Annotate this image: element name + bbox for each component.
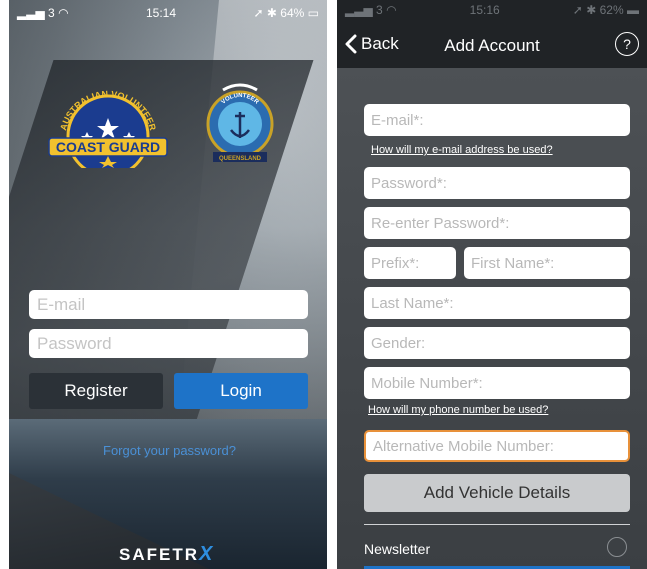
bluetooth-icon: ✱ <box>266 6 277 20</box>
status-bar: ▂▃▅ 3 ◠ 15:14 ➚ ✱ 64% ▭ <box>9 0 327 26</box>
password-input[interactable] <box>29 329 308 358</box>
safetrx-brand: SAFETRX <box>119 543 214 566</box>
reenter-password-field[interactable] <box>364 207 630 239</box>
status-time: 15:16 <box>469 3 500 17</box>
vmr-logo: VOLUNTEER QUEENSLAND <box>206 83 274 162</box>
logo-main-text: COAST GUARD <box>56 139 160 155</box>
password-field[interactable] <box>364 167 630 199</box>
location-icon: ➚ <box>253 6 264 20</box>
brand-suffix: X <box>199 543 215 565</box>
signal-status: ▂▃▅ 3 ◠ <box>17 6 69 20</box>
battery-icon: ▭ <box>307 6 319 20</box>
newsletter-radio[interactable] <box>607 537 627 557</box>
status-time: 15:14 <box>145 6 177 20</box>
prefix-field[interactable] <box>364 247 456 279</box>
email-field[interactable] <box>364 104 630 136</box>
signal-icon: ▂▃▅ <box>345 3 373 17</box>
wifi-icon: ◠ <box>386 3 397 17</box>
nav-bar: Back Add Account ? <box>337 20 647 68</box>
phone-help-link[interactable]: How will my phone number be used? <box>368 404 548 416</box>
alternative-mobile-field[interactable] <box>364 430 630 462</box>
battery-status: ➚ ✱ 62% ▬ <box>572 3 639 17</box>
status-bar: ▂▃▅ 3 ◠ 15:16 ➚ ✱ 62% ▬ <box>337 0 647 20</box>
page-title: Add Account <box>444 36 540 55</box>
email-help-link[interactable]: How will my e-mail address be used? <box>371 144 553 156</box>
add-vehicle-details-button[interactable]: Add Vehicle Details <box>364 474 630 512</box>
signal-status: ▂▃▅ 3 ◠ <box>345 3 397 17</box>
brand-prefix: SAFETR <box>119 545 199 564</box>
add-account-screen: ▂▃▅ 3 ◠ 15:16 ➚ ✱ 62% ▬ Back Add Account… <box>337 0 647 569</box>
battery-icon: ▬ <box>626 3 639 17</box>
wifi-icon: ◠ <box>58 6 69 20</box>
logo-bottom-text: QUEENSLAND <box>219 156 262 162</box>
mobile-number-field[interactable] <box>364 367 630 399</box>
forgot-password-link[interactable]: Forgot your password? <box>103 443 236 458</box>
email-input[interactable] <box>29 290 308 319</box>
first-name-field[interactable] <box>464 247 630 279</box>
help-icon[interactable]: ? <box>615 32 639 56</box>
location-icon: ➚ <box>572 3 583 17</box>
gender-field[interactable] <box>364 327 630 359</box>
battery-status: ➚ ✱ 64% ▭ <box>253 6 319 20</box>
bluetooth-icon: ✱ <box>586 3 597 17</box>
signal-icon: ▂▃▅ <box>17 6 45 20</box>
coast-guard-logo: AUSTRALIAN VOLUNTEER COAST GUARD <box>48 89 168 168</box>
login-button[interactable]: Login <box>174 373 308 409</box>
divider <box>364 524 630 525</box>
last-name-field[interactable] <box>364 287 630 319</box>
register-button[interactable]: Register <box>29 373 163 409</box>
login-screen: ▂▃▅ 3 ◠ 15:14 ➚ ✱ 64% ▭ AUSTRALIAN VOLUN… <box>9 0 327 569</box>
newsletter-label: Newsletter <box>364 541 431 557</box>
